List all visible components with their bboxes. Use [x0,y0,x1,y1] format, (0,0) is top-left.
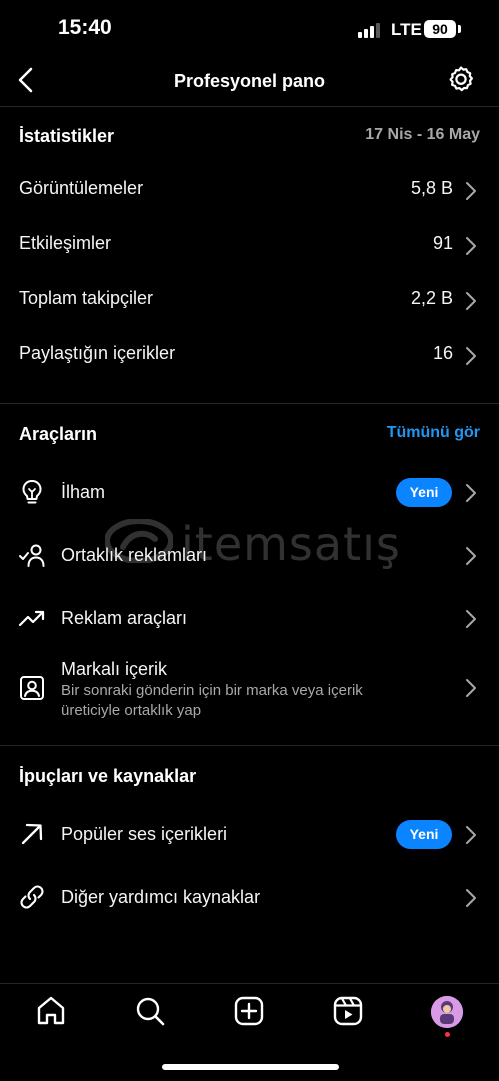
create-icon[interactable] [232,994,266,1028]
stat-value: 2,2 B [410,288,453,308]
tool-label: Reklam araçları [61,608,188,628]
chevron-right-icon [466,182,476,200]
tip-label: Popüler ses içerikleri [61,824,228,844]
trending-up-icon [18,610,45,627]
stat-label: Paylaştığın içerikler [19,343,176,363]
stat-row-content[interactable]: Paylaştığın içerikler 16 [0,328,499,383]
search-icon[interactable] [133,994,167,1028]
new-badge: Yeni [396,478,452,507]
battery-icon: 90 [424,20,456,38]
date-range[interactable]: 17 Nis - 16 May [365,126,480,144]
tool-label: Markalı içerik [61,659,168,679]
header-divider [0,106,499,107]
battery-tip [458,25,461,33]
tool-row-inspiration[interactable]: İlham Yeni [0,465,499,520]
chevron-right-icon [466,347,476,365]
notification-dot [445,1032,450,1037]
signal-icon [358,22,380,38]
stat-row-followers[interactable]: Toplam takipçiler 2,2 B [0,273,499,328]
tool-description: Bir sonraki gönderin için bir marka veya… [61,682,363,719]
section-divider [0,403,499,404]
status-bar: 15:40 LTE 90 [0,0,499,60]
watermark-logo-icon [105,519,173,563]
stat-value: 16 [432,343,453,363]
partnership-icon [19,544,45,567]
stat-label: Toplam takipçiler [19,288,154,308]
chevron-right-icon [466,889,476,907]
watermark: itemsatış [105,517,400,571]
home-icon[interactable] [34,994,68,1028]
page-title: Profesyonel pano [173,71,326,91]
branded-content-icon [20,676,44,700]
stat-value: 5,8 B [410,178,453,198]
lightbulb-icon [22,480,42,504]
tip-row-other-resources[interactable]: Diğer yardımcı kaynaklar [0,870,499,925]
stats-title: İstatistikler [19,126,115,146]
arrow-up-right-icon [21,823,43,845]
tips-title: İpuçları ve kaynaklar [19,766,197,786]
stat-row-interactions[interactable]: Etkileşimler 91 [0,218,499,273]
home-indicator [162,1064,339,1070]
chevron-right-icon [466,484,476,502]
tool-row-branded-content[interactable]: Markalı içerik Bir sonraki gönderin için… [0,654,499,730]
watermark-text: itemsatış [181,517,401,571]
chevron-right-icon [466,679,476,697]
stat-label: Görüntülemeler [19,178,144,198]
stat-label: Etkileşimler [19,233,112,253]
chevron-right-icon [466,547,476,565]
tools-title: Araçların [19,424,98,444]
chevron-right-icon [466,292,476,310]
tool-row-ad-tools[interactable]: Reklam araçları [0,591,499,646]
tip-label: Diğer yardımcı kaynaklar [61,887,261,907]
chevron-right-icon [466,610,476,628]
profile-avatar[interactable] [431,996,463,1028]
tip-row-popular-audio[interactable]: Popüler ses içerikleri Yeni [0,807,499,862]
gear-icon[interactable] [446,65,476,95]
new-badge: Yeni [396,820,452,849]
status-time: 15:40 [58,16,112,39]
header: Profesyonel pano [0,55,499,107]
chevron-right-icon [466,826,476,844]
section-divider [0,745,499,746]
network-type: LTE [391,20,422,39]
link-icon [20,885,44,909]
tool-label: İlham [61,482,106,502]
see-all-link[interactable]: Tümünü gör [387,424,480,442]
reels-icon[interactable] [331,994,365,1028]
stat-value: 91 [432,233,453,253]
chevron-right-icon [466,237,476,255]
stat-row-views[interactable]: Görüntülemeler 5,8 B [0,163,499,218]
avatar-image [431,996,463,1028]
